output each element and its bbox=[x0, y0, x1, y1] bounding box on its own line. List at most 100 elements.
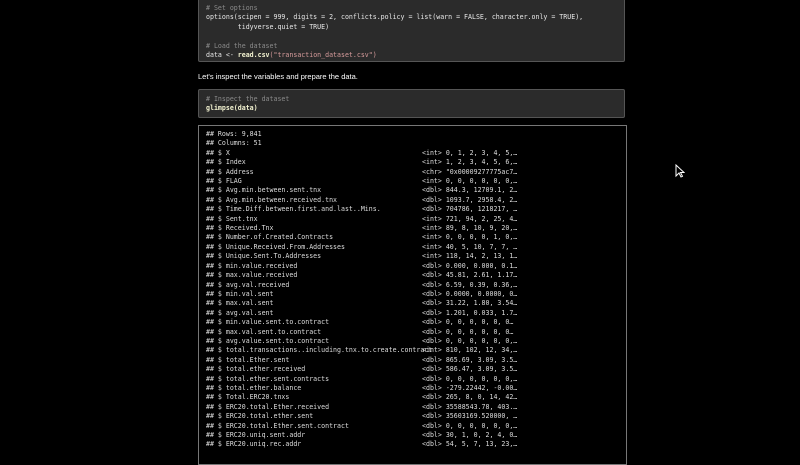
variable-values: <dbl> 704786, 1218217, … bbox=[422, 205, 518, 214]
variable-values: <dbl> 0, 0, 0, 0, 0, 0,… bbox=[422, 421, 518, 430]
prose-text: Let's inspect the variables and prepare … bbox=[198, 72, 358, 81]
variable-name: ## $ Number.of.Created.Contracts bbox=[206, 233, 334, 242]
output-row: ## $ total.Ether.sent <dbl> 865.69, 3.09,… bbox=[206, 356, 619, 365]
variable-values: <int> 0, 0, 0, 0, 1, 0,… bbox=[422, 233, 518, 242]
variable-name: ## $ ERC20.total.ether.sent bbox=[206, 412, 314, 421]
output-row: ## $ Unique.Sent.To.Addresses <int> 118, … bbox=[206, 252, 619, 261]
code-block-inspect[interactable]: # Inspect the dataset glimpse(data) bbox=[198, 89, 625, 118]
output-row: ## $ Number.of.Created.Contracts <int> 0,… bbox=[206, 233, 619, 242]
output-row: ## $ Sent.tnx <int> 721, 94, 2, 25, 4… bbox=[206, 215, 619, 224]
variable-name: ## $ max.value.received bbox=[206, 271, 298, 280]
code-line: data <- read.csv("transaction_dataset.cs… bbox=[206, 51, 617, 60]
variable-name: ## $ min.value.received bbox=[206, 261, 298, 270]
output-row: ## $ Avg.min.between.sent.tnx <dbl> 844.3… bbox=[206, 186, 619, 195]
variable-values: <int> 40, 5, 10, 7, 7, … bbox=[422, 242, 518, 251]
output-row: ## $ max.value.received <dbl> 45.81, 2.61… bbox=[206, 271, 619, 280]
output-row: ## $ total.transactions..including.tnx.t… bbox=[206, 346, 619, 355]
variable-values: <int> 721, 94, 2, 25, 4… bbox=[422, 214, 518, 223]
output-row: ## $ min.val.sent <dbl> 0.0000, 0.0000, 0… bbox=[206, 290, 619, 299]
variable-name: ## $ min.value.sent.to.contract bbox=[206, 318, 330, 327]
variable-values: <dbl> 31.22, 1.80, 3.54… bbox=[422, 299, 518, 308]
code-block-setup[interactable]: # Set options options(scipen = 999, digi… bbox=[198, 0, 625, 62]
variable-values: <dbl> 0, 0, 0, 0, 0, 0… bbox=[422, 327, 514, 336]
variable-values: <int> 1, 2, 3, 4, 5, 6,… bbox=[422, 158, 518, 167]
output-row: ## $ max.val.sent.to.contract <dbl> 0, 0,… bbox=[206, 328, 619, 337]
output-row: ## $ min.value.received <dbl> 0.000, 0.00… bbox=[206, 262, 619, 271]
variable-name: ## $ Unique.Sent.To.Addresses bbox=[206, 252, 322, 261]
output-row: ## $ Index <int> 1, 2, 3, 4, 5, 6,… bbox=[206, 158, 619, 167]
variable-name: ## $ ERC20.uniq.sent.addr bbox=[206, 431, 306, 439]
variable-values: <int> 118, 14, 2, 13, 1… bbox=[422, 252, 518, 261]
code-comment: # Set options bbox=[206, 4, 258, 12]
variable-values: <int> 89, 8, 10, 9, 20,… bbox=[422, 224, 518, 233]
variable-name: ## $ Avg.min.between.sent.tnx bbox=[206, 186, 322, 195]
variable-values: <dbl> 35588543.78, 403.… bbox=[422, 402, 518, 411]
output-row: ## $ Address <chr> "0x00009277775ac7… bbox=[206, 168, 619, 177]
variable-values: <dbl> 844.3, 12709.1, 2… bbox=[422, 186, 518, 195]
variable-values: <dbl> 0.0000, 0.0000, 0… bbox=[422, 289, 518, 298]
variable-values: <int> 810, 102, 12, 34,… bbox=[422, 346, 518, 355]
variable-name: ## $ Index bbox=[206, 158, 246, 167]
output-row: ## $ Received.Tnx <int> 89, 8, 10, 9, 20,… bbox=[206, 224, 619, 233]
variable-name: ## $ total.ether.sent.contracts bbox=[206, 374, 330, 383]
output-columns-count: ## Columns: 51 bbox=[206, 139, 262, 148]
code-comment: # Load the dataset bbox=[206, 41, 278, 50]
variable-name: ## $ ERC20.total.Ether.received bbox=[206, 402, 330, 411]
variable-values: <dbl> 6.59, 0.39, 0.36,… bbox=[422, 280, 518, 289]
output-row: ## $ Unique.Received.From.Addresses <int>… bbox=[206, 243, 619, 252]
code-function: read.csv bbox=[237, 50, 270, 59]
output-row: ## $ min.value.sent.to.contract <dbl> 0, … bbox=[206, 318, 619, 327]
variable-values: <dbl> 1093.7, 2958.4, 2… bbox=[422, 195, 518, 204]
output-row: ## $ X <int> 0, 1, 2, 3, 4, 5,… bbox=[206, 149, 619, 158]
output-row: ## $ ERC20.total.ether.sent <dbl> 3560316… bbox=[206, 412, 619, 421]
output-row: ## $ avg.val.received <dbl> 6.59, 0.39, 0… bbox=[206, 281, 619, 290]
variable-values: <dbl> 30, 1, 0, 2, 4, 0… bbox=[422, 431, 518, 439]
variable-name: ## $ Total.ERC20.tnxs bbox=[206, 393, 290, 402]
output-rows-count: ## Rows: 9,841 bbox=[206, 130, 262, 138]
variable-name: ## $ Address bbox=[206, 167, 254, 176]
output-row: ## $ Time.Diff.between.first.and.last..M… bbox=[206, 205, 619, 214]
output-row: ## $ total.ether.received <dbl> 586.47, 3… bbox=[206, 365, 619, 374]
variable-values: <dbl> 54, 5, 7, 13, 23,… bbox=[422, 440, 518, 449]
variable-name: ## $ Unique.Received.From.Addresses bbox=[206, 242, 345, 251]
variable-values: <dbl> 0, 0, 0, 0, 0, 0… bbox=[422, 318, 514, 327]
output-row: ## $ Total.ERC20.tnxs <dbl> 265, 8, 0, 14… bbox=[206, 393, 619, 402]
variable-name: ## $ ERC20.total.Ether.sent.contract bbox=[206, 421, 349, 430]
code-string: ("transaction_dataset.csv") bbox=[269, 50, 377, 59]
variable-name: ## $ Sent.tnx bbox=[206, 214, 258, 223]
variable-name: ## $ Avg.min.between.received.tnx bbox=[206, 195, 338, 204]
variable-values: <dbl> 0, 0, 0, 0, 0, 0,… bbox=[422, 336, 518, 345]
output-row: ## $ total.ether.sent.contracts <dbl> 0, … bbox=[206, 375, 619, 384]
code-line: glimpse(data) bbox=[206, 104, 258, 113]
variable-values: <dbl> 865.69, 3.09, 3.5… bbox=[422, 355, 518, 364]
output-row: ## $ ERC20.uniq.sent.addr <dbl> 30, 1, 0,… bbox=[206, 431, 619, 440]
output-row: ## $ avg.value.sent.to.contract <dbl> 0, … bbox=[206, 337, 619, 346]
variable-values: <dbl> 35603169.520000, … bbox=[422, 412, 518, 421]
variable-name: ## $ Time.Diff.between.first.and.last..M… bbox=[206, 205, 381, 214]
variable-values: <dbl> 45.81, 2.61, 1.17… bbox=[422, 271, 518, 280]
variable-values: <chr> "0x00009277775ac7… bbox=[422, 167, 518, 176]
variable-values: <dbl> 586.47, 3.09, 3.5… bbox=[422, 365, 518, 374]
output-row: ## $ ERC20.uniq.rec.addr <dbl> 54, 5, 7, … bbox=[206, 440, 619, 449]
variable-name: ## $ avg.value.sent.to.contract bbox=[206, 336, 330, 345]
variable-name: ## $ avg.val.received bbox=[206, 280, 290, 289]
code-token: data <- bbox=[206, 50, 238, 59]
variable-name: ## $ X bbox=[206, 148, 230, 157]
variable-values: <int> 0, 1, 2, 3, 4, 5,… bbox=[422, 148, 518, 157]
output-row: ## $ max.val.sent <dbl> 31.22, 1.80, 3.54… bbox=[206, 299, 619, 308]
code-comment: # Inspect the dataset bbox=[206, 95, 290, 103]
code-line: tidyverse.quiet = TRUE) bbox=[206, 22, 330, 31]
variable-values: <int> 0, 0, 0, 0, 0, 0,… bbox=[422, 177, 518, 186]
output-row: ## $ ERC20.total.Ether.sent.contract <dbl… bbox=[206, 422, 619, 431]
variable-name: ## $ min.val.sent bbox=[206, 289, 274, 298]
variable-values: <dbl> 1.201, 0.033, 1.7… bbox=[422, 308, 518, 317]
variable-name: ## $ max.val.sent.to.contract bbox=[206, 327, 322, 336]
variable-name: ## $ total.transactions..including.tnx.t… bbox=[206, 346, 433, 355]
variable-name: ## $ FLAG bbox=[206, 177, 242, 186]
variable-name: ## $ total.ether.received bbox=[206, 365, 306, 374]
variable-name: ## $ max.val.sent bbox=[206, 299, 274, 308]
variable-name: ## $ ERC20.uniq.rec.addr bbox=[206, 440, 302, 449]
variable-values: <dbl> -279.22442, -0.00… bbox=[422, 383, 518, 392]
variable-name: ## $ total.ether.balance bbox=[206, 383, 302, 392]
glimpse-output: ## Rows: 9,841 ## Columns: 51 ## $ X <int… bbox=[198, 125, 627, 465]
